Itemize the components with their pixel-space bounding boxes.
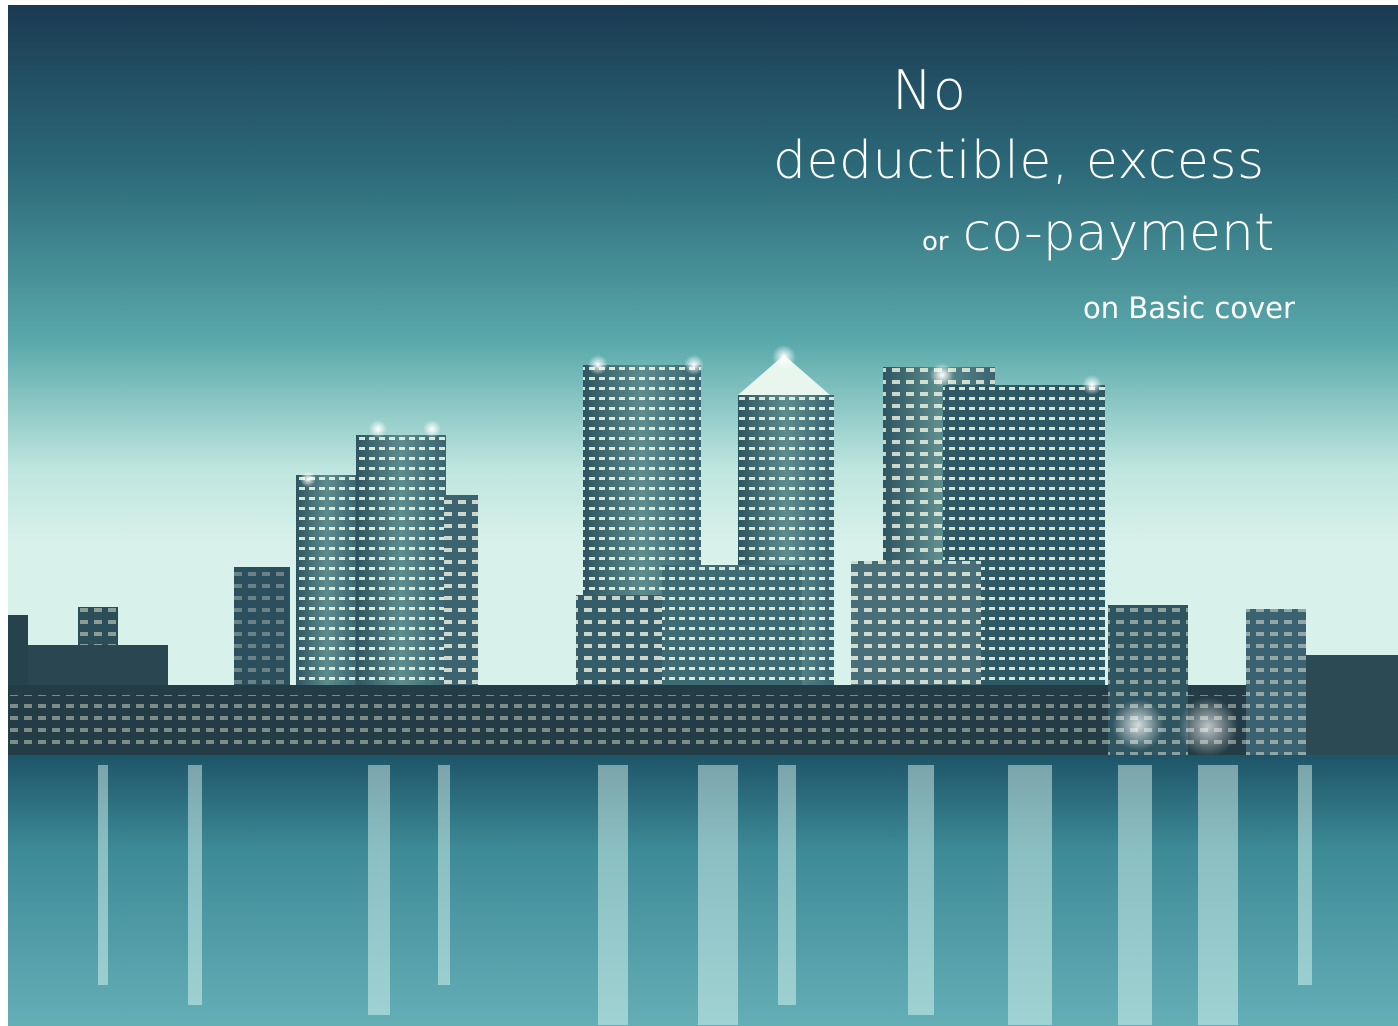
hero-image-frame: No deductible, excess or co-payment on Ba… [8, 5, 1398, 1026]
headline-subline: on Basic cover [1083, 291, 1295, 325]
headline-line-deductible: deductible, excess [773, 131, 1265, 191]
headline-or-word: or [922, 227, 949, 257]
tower-right [851, 367, 1105, 705]
headline-line-copayment: or co-payment [922, 203, 1274, 263]
headline-copayment-word: co-payment [962, 203, 1275, 263]
headline-line-no: No [892, 59, 967, 122]
